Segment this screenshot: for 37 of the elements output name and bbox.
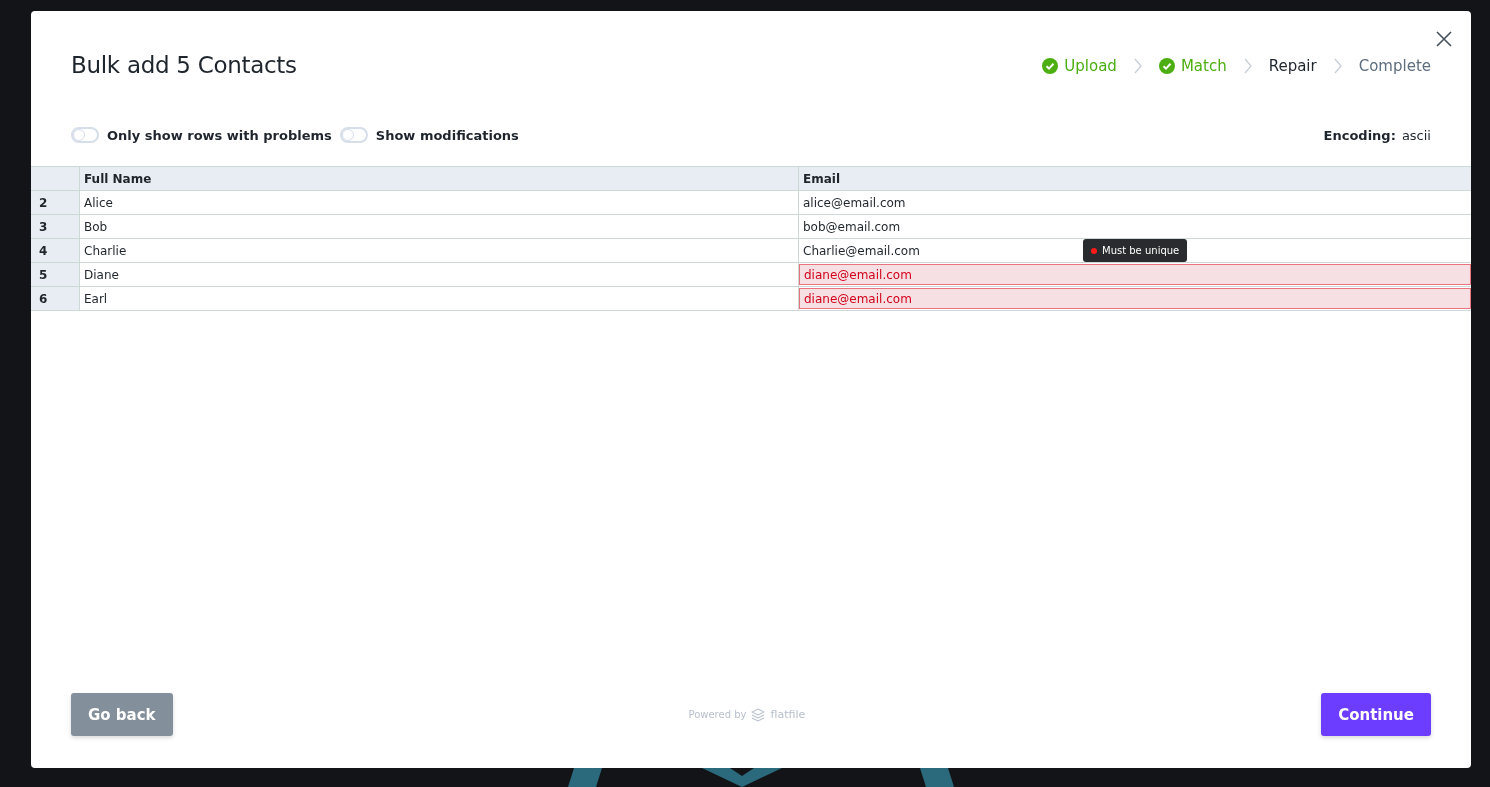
row-number: 5 <box>31 263 80 286</box>
chevron-icon <box>1132 58 1143 74</box>
table-cell[interactable]: diane@email.com <box>804 291 912 306</box>
layers-icon <box>751 707 766 722</box>
encoding-label: Encoding: <box>1323 127 1396 143</box>
dialog-title: Bulk add 5 Contacts <box>71 52 298 78</box>
table-cell[interactable]: Alice <box>80 191 799 214</box>
powered-by-label: Powered by <box>688 709 747 720</box>
check-icon <box>1158 58 1175 74</box>
step: Complete <box>1358 57 1431 75</box>
table-cell[interactable]: diane@email.com <box>804 267 912 282</box>
table-cell[interactable]: Charlie@email.com <box>803 243 920 258</box>
table-cell[interactable]: bob@email.com <box>803 219 901 234</box>
check-icon <box>1042 58 1059 74</box>
row-number: 6 <box>31 287 80 310</box>
table-cell[interactable]: Charlie <box>80 239 799 262</box>
step: Upload <box>1042 57 1117 75</box>
column-header: Email <box>802 170 842 188</box>
toggle-switch[interactable] <box>339 127 368 143</box>
toggle-label: Only show rows with problems <box>107 127 332 143</box>
chevron-icon <box>1332 58 1343 74</box>
encoding-value: ascii <box>1401 127 1431 143</box>
table-cell[interactable]: Bob <box>80 215 799 238</box>
toggle-label: Show modifications <box>375 127 519 143</box>
brand-name: flatfile <box>770 708 806 721</box>
chevron-icon <box>1242 58 1253 74</box>
step: Repair <box>1268 57 1317 75</box>
row-number: 4 <box>31 239 80 262</box>
toggle-switch[interactable] <box>71 127 99 143</box>
table-cell[interactable]: alice@email.com <box>803 195 906 210</box>
column-header: Full Name <box>80 167 799 190</box>
error-tooltip: Must be unique <box>1083 239 1188 262</box>
row-number: 3 <box>31 215 80 238</box>
step: Match <box>1158 57 1227 75</box>
row-number: 2 <box>31 191 80 214</box>
continue-button[interactable]: Continue <box>1321 693 1431 736</box>
close-icon[interactable] <box>1436 31 1452 47</box>
